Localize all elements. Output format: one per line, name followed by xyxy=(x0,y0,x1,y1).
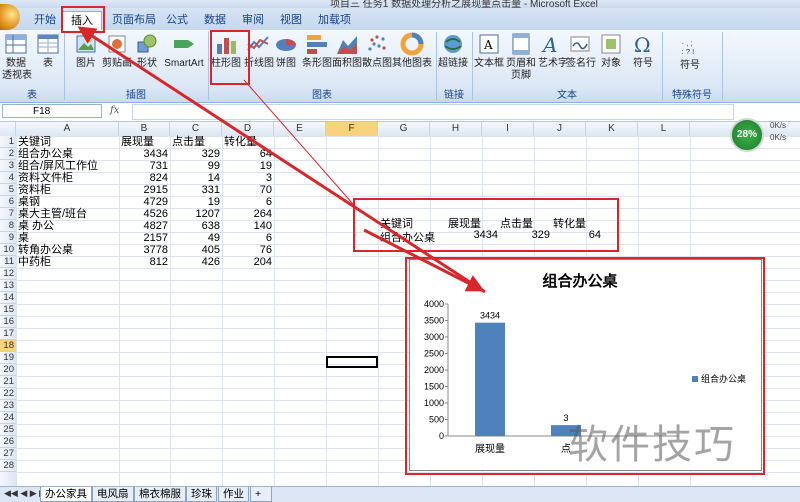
download-speed: 0K/s xyxy=(770,133,787,142)
sheet-tab-fan[interactable]: 电风扇 xyxy=(92,487,134,502)
sheet-tab-pearl[interactable]: 珍珠 xyxy=(186,487,217,502)
watermark: 软件技巧 xyxy=(568,422,736,468)
speed-indicator[interactable]: 28% xyxy=(730,118,764,152)
upload-speed: 0K/s xyxy=(770,121,787,130)
sheet-tab-cotton-clothes[interactable]: 棉衣棉服 xyxy=(134,487,186,502)
arrow-to-chart xyxy=(363,228,485,292)
sheet-tab-furniture[interactable]: 办公家具 xyxy=(40,487,92,502)
sheet-tab-homework[interactable]: 作业 xyxy=(218,487,249,502)
insert-sheet-icon[interactable]: + xyxy=(250,487,272,502)
arrow-to-insert-tab xyxy=(77,26,486,294)
sheet-tab-bar: ◀◀ ◀ ▶ ▶▶ 办公家具 电风扇 棉衣棉服 珍珠 作业 + xyxy=(0,486,800,502)
